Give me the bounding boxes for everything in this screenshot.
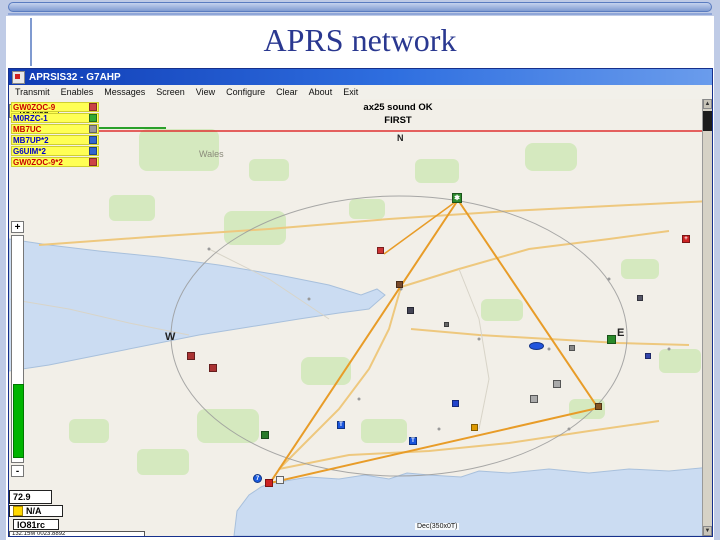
map-station-marker[interactable] [637, 295, 643, 301]
slide-title: APRS network [263, 22, 457, 58]
map-station-marker[interactable] [377, 247, 384, 254]
scrollbar-thumb[interactable] [703, 111, 712, 131]
menu-bar: Transmit Enables Messages Screen View Configu… [9, 85, 712, 100]
station-symbol-icon [89, 158, 97, 166]
zoom-in-button[interactable]: + [11, 221, 24, 233]
station-callsign: M0RZC-1 [13, 113, 48, 123]
vertical-scrollbar[interactable]: ▲ ▼ [702, 99, 712, 536]
zoom-thumb[interactable] [13, 384, 24, 458]
zoom-control: + - [11, 221, 27, 477]
map-station-marker[interactable]: T [409, 437, 417, 445]
menu-item-screen[interactable]: Screen [156, 87, 185, 97]
station-symbol-icon [89, 103, 97, 111]
map-station-marker[interactable] [444, 322, 449, 327]
scroll-up-button[interactable]: ▲ [703, 99, 712, 109]
status-ax25: ax25 sound OK [363, 102, 433, 113]
map-markers-layer: ✱ T T 7 + [9, 99, 712, 536]
slide-frame-top-bar [8, 2, 712, 12]
station-callsign: GW0ZOC-9 [13, 102, 56, 112]
station-callsign: MB7UP*2 [13, 135, 49, 145]
station-callsign: G6UIM*2 [13, 146, 46, 156]
menu-item-enables[interactable]: Enables [61, 87, 94, 97]
map-station-marker[interactable] [595, 403, 602, 410]
map-station-marker[interactable] [529, 342, 544, 350]
station-row[interactable]: MB7UC [11, 124, 99, 134]
menu-item-about[interactable]: About [309, 87, 333, 97]
map-scale-readout: 72.9 [9, 490, 52, 504]
map-station-marker[interactable] [530, 395, 538, 403]
map-station-marker[interactable] [261, 431, 269, 439]
grid-square-readout: IO81rc [13, 519, 59, 530]
station-row[interactable]: G6UIM*2 [11, 146, 99, 156]
station-symbol-icon [89, 147, 97, 155]
status-bar-center: Dec(350x0T) [415, 523, 460, 530]
station-row[interactable]: M0RZC-1 [11, 113, 99, 123]
menu-item-exit[interactable]: Exit [343, 87, 358, 97]
map-station-marker[interactable] [187, 352, 195, 360]
station-callsign: GW0ZOC-9*2 [13, 157, 63, 167]
map-station-marker[interactable] [645, 353, 651, 359]
map-station-marker[interactable] [569, 345, 575, 351]
map-station-marker[interactable] [407, 307, 414, 314]
window-titlebar[interactable]: APRSIS32 - G7AHP [9, 69, 712, 85]
scroll-down-button[interactable]: ▼ [703, 526, 712, 536]
menu-item-transmit[interactable]: Transmit [15, 87, 50, 97]
status-first: FIRST [384, 114, 412, 126]
map-station-marker[interactable]: T [337, 421, 345, 429]
zoom-out-button[interactable]: - [11, 465, 24, 477]
gps-fix-value: N/A [26, 506, 42, 516]
station-row[interactable]: MB7UP*2 [11, 135, 99, 145]
station-row[interactable]: GW0ZOC-9*2 [11, 157, 99, 167]
warning-icon [13, 506, 23, 516]
aprsis32-window: APRSIS32 - G7AHP Transmit Enables Messages… [8, 68, 713, 537]
status-bar-left: 132.15M 0023.8892 [9, 531, 145, 536]
map-station-marker[interactable]: 7 [253, 474, 262, 483]
map-station-marker[interactable] [607, 335, 616, 344]
map-station-marker[interactable] [209, 364, 217, 372]
zoom-track[interactable] [11, 235, 24, 463]
station-callsign: MB7UC [13, 124, 42, 134]
slide-frame-top-line [8, 13, 712, 15]
map-station-marker[interactable] [553, 380, 561, 388]
station-row[interactable]: GW0ZOC-9 [11, 102, 99, 112]
map-area[interactable]: Wales W E N ✱ T T 7 + GW0ZOC-9 M0RZC-1 MB7UC MB7UP… [9, 99, 712, 536]
menu-item-messages[interactable]: Messages [104, 87, 145, 97]
map-station-marker[interactable] [452, 400, 459, 407]
app-icon [12, 70, 25, 84]
top-status: ax25 sound OK FIRST [298, 102, 498, 128]
map-station-marker[interactable]: + [682, 235, 690, 243]
station-list: GW0ZOC-9 M0RZC-1 MB7UC MB7UP*2 G6UIM*2 GW0ZOC… [11, 102, 99, 167]
station-symbol-icon [89, 125, 97, 133]
window-title: APRSIS32 - G7AHP [29, 71, 121, 83]
map-station-marker[interactable] [265, 479, 273, 487]
map-station-marker[interactable] [276, 476, 284, 484]
map-station-marker[interactable] [471, 424, 478, 431]
menu-item-configure[interactable]: Configure [226, 87, 265, 97]
map-station-marker[interactable]: ✱ [452, 193, 462, 203]
gps-fix-readout: N/A [9, 505, 63, 517]
menu-item-clear[interactable]: Clear [276, 87, 298, 97]
map-station-marker[interactable] [396, 281, 403, 288]
station-symbol-icon [89, 136, 97, 144]
station-symbol-icon [89, 114, 97, 122]
menu-item-view[interactable]: View [196, 87, 215, 97]
